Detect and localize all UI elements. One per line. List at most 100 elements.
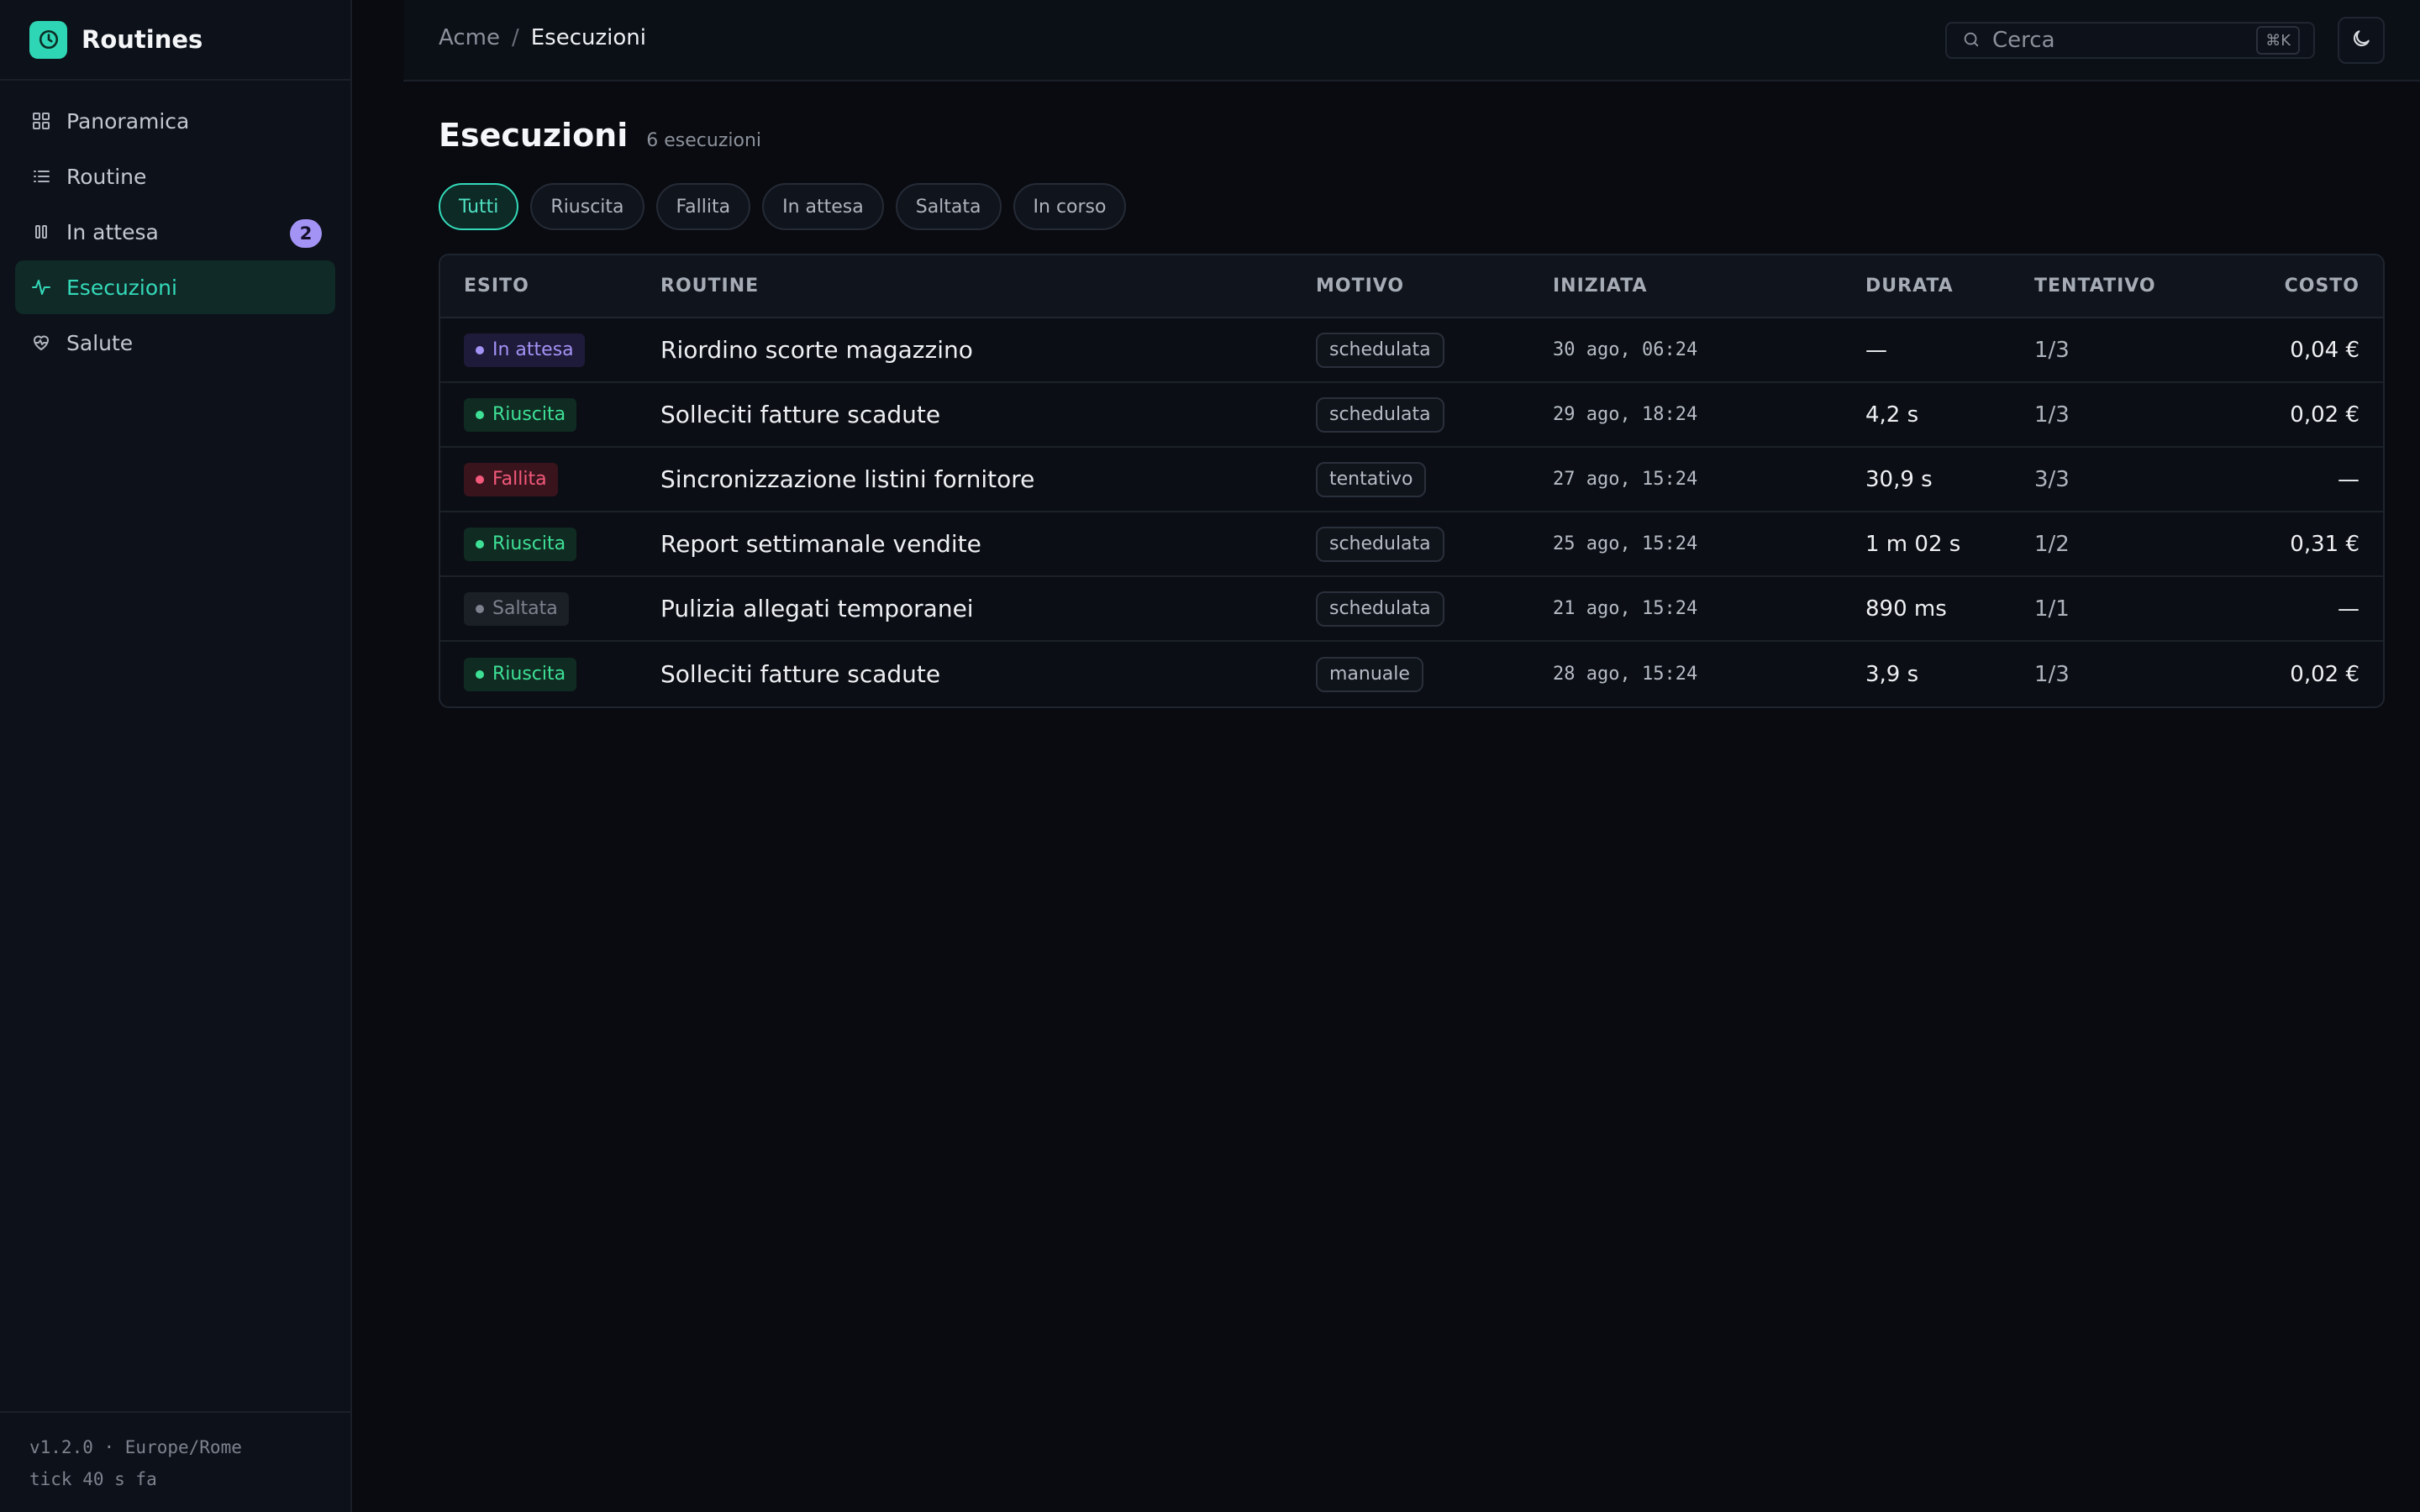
clock-icon [29,20,67,59]
status-dot [476,345,484,354]
sidebar-item-panoramica[interactable]: Panoramica [15,94,335,148]
duration: — [1865,337,1887,363]
executions-table: ESITO ROUTINE MOTIVO INIZIATA DURATA TEN… [439,254,2385,708]
reason-tag: schedulata [1316,526,1444,562]
column-header-durata[interactable]: DURATA [1865,276,2034,297]
column-header-costo[interactable]: COSTO [2251,276,2383,297]
started-at: 29 ago, 18:24 [1553,404,1698,425]
table-row[interactable]: Riuscita Report settimanale vendite sche… [440,512,2383,577]
column-header-routine[interactable]: ROUTINE [660,276,1316,297]
filter-in-corso[interactable]: In corso [1013,183,1127,230]
cost: 0,04 € [2290,337,2360,363]
attempt: 3/3 [2034,466,2070,492]
sidebar-item-salute[interactable]: Salute [15,316,335,370]
executions-count: 6 esecuzioni [646,130,762,151]
column-header-iniziata[interactable]: INIZIATA [1553,276,1865,297]
status-dot [476,475,484,484]
column-header-esito[interactable]: ESITO [440,276,660,297]
status-filters: Tutti Riuscita Fallita In attesa Saltata… [439,183,1127,230]
routine-name[interactable]: Solleciti fatture scadute [660,660,940,688]
status-label: In attesa [492,339,574,360]
search-icon [1962,30,1982,50]
status-dot [476,410,484,419]
status-badge: In attesa [464,333,585,367]
breadcrumb-root[interactable]: Acme [439,25,500,50]
started-at: 30 ago, 06:24 [1553,339,1698,360]
reason-tag: schedulata [1316,396,1444,433]
filter-tutti[interactable]: Tutti [439,183,519,230]
status-label: Riuscita [492,404,566,425]
sidebar-item-in-attesa[interactable]: In attesa 2 [15,205,335,259]
status-badge: Fallita [464,462,558,496]
status-label: Fallita [492,469,547,490]
moon-icon [2350,28,2372,53]
status-badge: Riuscita [464,527,577,561]
reason-tag: manuale [1316,656,1423,692]
search-input[interactable]: Cerca ⌘K [1945,22,2315,59]
duration: 30,9 s [1865,466,1933,492]
attempt: 1/3 [2034,402,2070,428]
breadcrumb: Acme / Esecuzioni [439,25,646,50]
status-label: Saltata [492,598,558,619]
attempt: 1/3 [2034,337,2070,363]
table-row[interactable]: Riuscita Solleciti fatture scadute manua… [440,642,2383,706]
status-dot [476,604,484,613]
routine-name[interactable]: Sincronizzazione listini fornitore [660,465,1034,493]
sidebar: Routines Panoramica Routine In attesa 2 [0,0,352,1512]
attempt: 1/3 [2034,661,2070,687]
pause-icon [30,221,52,243]
reason-tag: schedulata [1316,332,1444,368]
status-label: Riuscita [492,664,566,685]
routine-name[interactable]: Solleciti fatture scadute [660,401,940,428]
filter-saltata[interactable]: Saltata [895,183,1002,230]
grid-icon [30,110,52,132]
status-dot [476,539,484,549]
table-row[interactable]: In attesa Riordino scorte magazzino sche… [440,318,2383,383]
table-row[interactable]: Fallita Sincronizzazione listini fornito… [440,448,2383,512]
status-label: Riuscita [492,533,566,554]
status-badge: Riuscita [464,657,577,691]
page-title: Esecuzioni [439,117,629,154]
cost: — [2338,466,2360,492]
page-heading: Esecuzioni 6 esecuzioni [439,117,761,154]
duration: 4,2 s [1865,402,1919,428]
started-at: 28 ago, 15:24 [1553,664,1698,685]
last-tick: tick 40 s fa [29,1469,157,1489]
routine-name[interactable]: Pulizia allegati temporanei [660,595,974,622]
attempt: 1/2 [2034,531,2070,557]
cost: — [2338,596,2360,622]
column-header-motivo[interactable]: MOTIVO [1316,276,1553,297]
routine-name[interactable]: Riordino scorte magazzino [660,336,973,364]
search-shortcut: ⌘K [2256,26,2300,55]
duration: 890 ms [1865,596,1947,622]
sidebar-nav: Panoramica Routine In attesa 2 Esecuzion… [0,81,350,385]
activity-icon [30,276,52,298]
sidebar-item-label: Esecuzioni [66,275,177,300]
pending-count-badge: 2 [290,219,322,248]
filter-fallita[interactable]: Fallita [655,183,751,230]
table-row[interactable]: Saltata Pulizia allegati temporanei sche… [440,577,2383,642]
column-header-tentativo[interactable]: TENTATIVO [2034,276,2251,297]
brand[interactable]: Routines [0,0,350,81]
reason-tag: schedulata [1316,591,1444,627]
table-header: ESITO ROUTINE MOTIVO INIZIATA DURATA TEN… [440,255,2383,318]
status-badge: Riuscita [464,397,577,432]
cost: 0,02 € [2290,402,2360,428]
filter-riuscita[interactable]: Riuscita [530,183,644,230]
sidebar-item-routine[interactable]: Routine [15,150,335,203]
version-timezone: v1.2.0 · Europe/Rome [29,1437,242,1457]
list-icon [30,165,52,187]
sidebar-item-esecuzioni[interactable]: Esecuzioni [15,260,335,314]
filter-in-attesa[interactable]: In attesa [762,183,884,230]
app-name: Routines [82,25,203,54]
routine-name[interactable]: Report settimanale vendite [660,530,981,558]
cost: 0,31 € [2290,531,2360,557]
table-row[interactable]: Riuscita Solleciti fatture scadute sched… [440,383,2383,448]
started-at: 21 ago, 15:24 [1553,598,1698,619]
cost: 0,02 € [2290,661,2360,687]
sidebar-item-label: Salute [66,330,134,355]
sidebar-item-label: Routine [66,164,147,189]
sidebar-item-label: Panoramica [66,108,190,134]
topbar: Acme / Esecuzioni Cerca ⌘K [403,0,2420,81]
theme-toggle-button[interactable] [2338,17,2385,64]
